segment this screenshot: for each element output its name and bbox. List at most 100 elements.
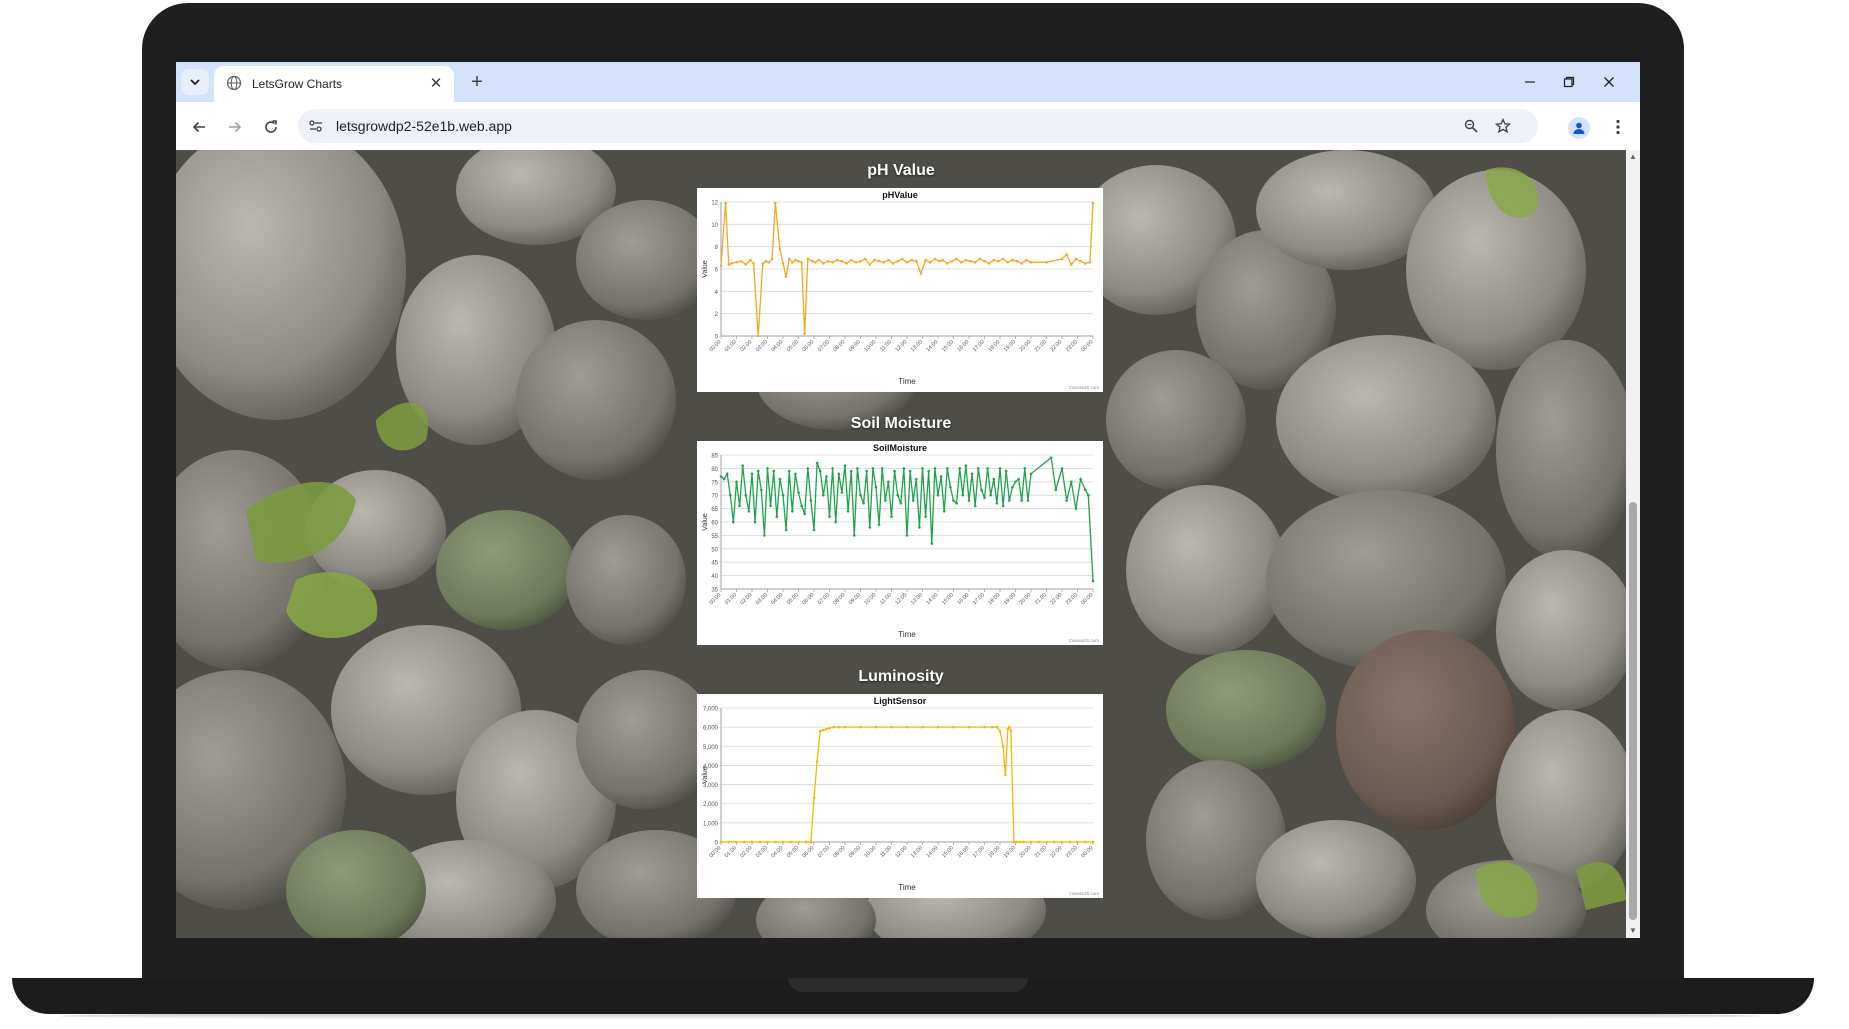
- reload-button[interactable]: [258, 114, 284, 140]
- data-point: [896, 493, 899, 497]
- address-bar[interactable]: letsgrowdp2-52e1b.web.app: [298, 109, 1538, 143]
- data-point: [905, 534, 909, 537]
- data-point: [936, 493, 940, 497]
- data-point: [814, 261, 817, 264]
- tab-title: LetsGrow Charts: [252, 77, 343, 91]
- x-tick-label: 06:00: [801, 592, 815, 606]
- data-point: [995, 501, 999, 505]
- data-point: [1049, 456, 1053, 459]
- data-point: [1068, 840, 1072, 844]
- x-tick-label: 02:00: [739, 845, 753, 859]
- x-tick-label: 08:00: [832, 845, 846, 859]
- data-point: [918, 526, 921, 529]
- tune-icon[interactable]: [308, 118, 324, 134]
- data-point: [781, 493, 785, 497]
- data-point: [936, 725, 940, 729]
- tab-search-button[interactable]: [181, 69, 209, 95]
- data-point: [882, 261, 886, 264]
- minimize-icon[interactable]: [1518, 70, 1542, 94]
- data-point: [967, 725, 971, 729]
- close-window-icon[interactable]: [1597, 70, 1621, 94]
- data-point: [1018, 840, 1022, 844]
- data-point: [853, 534, 856, 537]
- data-point: [822, 728, 825, 732]
- browser-tab-active[interactable]: LetsGrow Charts ✕: [214, 66, 454, 102]
- x-tick-label: 19:00: [1003, 339, 1017, 353]
- star-icon[interactable]: [1494, 117, 1512, 135]
- data-point: [815, 461, 819, 465]
- back-button[interactable]: [186, 114, 212, 140]
- data-point: [769, 504, 772, 508]
- x-tick-label: 01:00: [724, 845, 738, 859]
- x-tick-label: 21:00: [1034, 592, 1048, 606]
- x-tick-label: 17:00: [972, 592, 986, 606]
- data-point: [1015, 840, 1019, 844]
- chart-credit: CanvasJS.com: [1069, 385, 1100, 390]
- x-tick-label: 17:00: [972, 845, 986, 859]
- y-tick-label: 2: [715, 312, 719, 318]
- y-axis-label: Value: [702, 766, 709, 783]
- data-point: [800, 504, 803, 508]
- x-tick-label: 09:00: [848, 339, 862, 353]
- zoom-icon[interactable]: [1462, 117, 1480, 135]
- restore-icon[interactable]: [1557, 70, 1581, 94]
- data-point: [921, 467, 924, 470]
- data-point: [980, 488, 983, 492]
- x-tick-label: 01:00: [724, 592, 738, 606]
- close-icon[interactable]: ✕: [426, 73, 446, 93]
- x-tick-label: 05:00: [786, 845, 800, 859]
- url-text[interactable]: letsgrowdp2-52e1b.web.app: [336, 118, 512, 134]
- data-point: [924, 258, 927, 262]
- data-point: [784, 275, 788, 279]
- x-tick-label: 18:00: [987, 845, 1001, 859]
- data-point: [763, 534, 766, 537]
- scroll-down-icon[interactable]: ▼: [1628, 926, 1638, 936]
- page-scrollbar[interactable]: ▲ ▼: [1626, 150, 1640, 938]
- data-point: [1045, 261, 1048, 264]
- data-point: [989, 493, 992, 497]
- data-point: [764, 259, 768, 263]
- x-tick-label: 20:00: [1018, 339, 1032, 353]
- data-point: [831, 467, 834, 470]
- data-point: [719, 264, 723, 267]
- data-point: [825, 727, 828, 731]
- data-point: [815, 760, 819, 763]
- data-point: [750, 840, 754, 844]
- data-point: [899, 501, 903, 505]
- data-point: [742, 840, 746, 844]
- x-tick-label: 17:00: [972, 339, 986, 353]
- data-point: [738, 504, 741, 508]
- x-tick-label: 15:00: [941, 339, 955, 353]
- x-tick-label: 22:00: [1049, 845, 1063, 859]
- data-point: [977, 467, 980, 470]
- data-point: [1004, 469, 1008, 473]
- data-point: [784, 528, 788, 532]
- scroll-thumb[interactable]: [1629, 502, 1637, 920]
- kebab-menu-icon[interactable]: [1608, 116, 1628, 138]
- data-point: [817, 258, 820, 262]
- x-axis-label: Time: [898, 630, 916, 639]
- data-point: [959, 261, 963, 264]
- person-icon[interactable]: [1568, 117, 1590, 139]
- data-point: [880, 467, 884, 470]
- data-point: [1015, 259, 1019, 263]
- data-point: [732, 520, 735, 524]
- x-tick-label: 10:00: [863, 339, 877, 353]
- data-point: [1020, 262, 1023, 265]
- x-tick-label: 21:00: [1034, 339, 1048, 353]
- data-point: [1087, 493, 1090, 497]
- data-point: [735, 840, 738, 844]
- data-point: [970, 472, 974, 476]
- plus-icon[interactable]: +: [464, 69, 490, 95]
- y-tick-label: 5,000: [703, 745, 719, 751]
- x-tick-label: 16:00: [956, 339, 970, 353]
- data-point: [753, 520, 757, 524]
- forward-button[interactable]: [222, 114, 248, 140]
- x-tick-label: 22:00: [1049, 592, 1063, 606]
- scroll-up-icon[interactable]: ▲: [1628, 152, 1638, 162]
- y-tick-label: 55: [711, 534, 718, 540]
- data-point: [955, 501, 958, 505]
- x-tick-label: 11:00: [879, 845, 893, 859]
- data-point: [950, 259, 954, 263]
- data-point: [983, 496, 986, 500]
